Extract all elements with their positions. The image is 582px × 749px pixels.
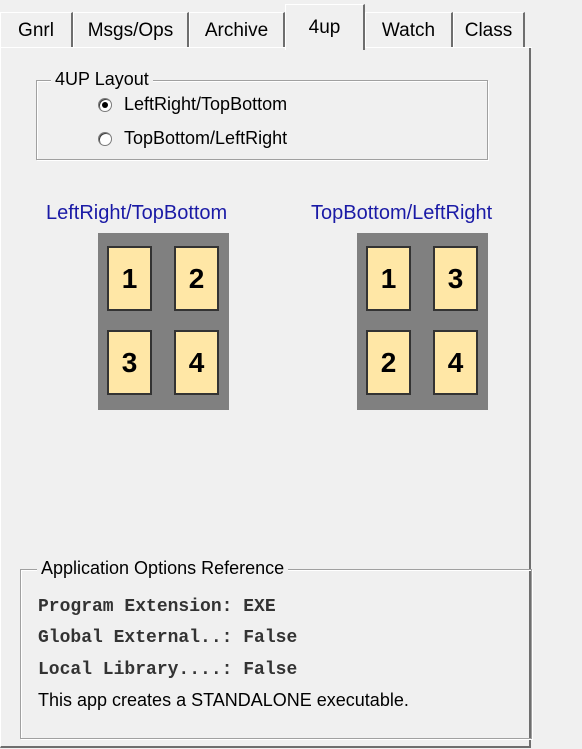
tab-msgs-ops[interactable]: Msgs/Ops bbox=[73, 12, 189, 48]
pane-cell: 4 bbox=[174, 330, 219, 395]
preview-grid-topbottom-leftright: 1 3 2 4 bbox=[357, 233, 488, 410]
pane-cell: 1 bbox=[107, 246, 152, 311]
reference-line-extension: Program Extension: EXE bbox=[38, 597, 276, 617]
preview-grid-leftright-topbottom: 1 2 3 4 bbox=[98, 233, 229, 410]
pane-cell: 1 bbox=[366, 246, 411, 311]
radio-leftright-topbottom[interactable]: LeftRight/TopBottom bbox=[98, 94, 287, 115]
tab-class[interactable]: Class bbox=[453, 12, 525, 48]
reference-note: This app creates a STANDALONE executable… bbox=[38, 690, 409, 710]
reference-line-local-library: Local Library....: False bbox=[38, 660, 298, 680]
tab-gnrl[interactable]: Gnrl bbox=[0, 12, 73, 48]
pane-cell: 3 bbox=[107, 330, 152, 395]
tab-archive[interactable]: Archive bbox=[189, 12, 285, 48]
tab-watch[interactable]: Watch bbox=[365, 12, 453, 48]
tab-4up[interactable]: 4up bbox=[285, 4, 365, 50]
reference-group-legend: Application Options Reference bbox=[37, 558, 289, 579]
pane-cell: 3 bbox=[433, 246, 478, 311]
reference-group: Application Options Reference bbox=[20, 558, 532, 739]
reference-line-global-external: Global External..: False bbox=[38, 628, 298, 648]
pane-cell: 4 bbox=[433, 330, 478, 395]
pane-cell: 2 bbox=[174, 246, 219, 311]
tab-strip: Gnrl Msgs/Ops Archive 4up Watch Class bbox=[0, 0, 582, 50]
radio-topbottom-leftright[interactable]: TopBottom/LeftRight bbox=[98, 128, 287, 149]
radio-label-leftright-topbottom: LeftRight/TopBottom bbox=[124, 94, 288, 114]
radio-button-checked[interactable] bbox=[98, 97, 112, 112]
preview-title-leftright-topbottom: LeftRight/TopBottom bbox=[46, 202, 228, 224]
radio-button[interactable] bbox=[98, 131, 112, 146]
radio-label-topbottom-leftright: TopBottom/LeftRight bbox=[124, 128, 288, 148]
pane-cell: 2 bbox=[366, 330, 411, 395]
layout-group-legend: 4UP Layout bbox=[51, 69, 153, 90]
preview-title-topbottom-leftright: TopBottom/LeftRight bbox=[311, 202, 493, 224]
